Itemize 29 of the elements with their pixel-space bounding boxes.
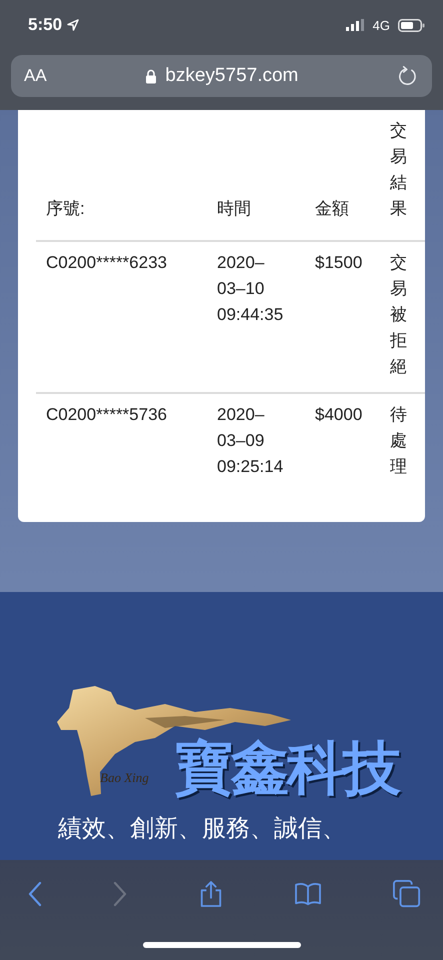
text-size-button[interactable]: AA: [24, 66, 47, 86]
column-header: 序號:: [46, 198, 86, 220]
column-header: 時間: [217, 198, 252, 220]
table-cell-text: C0200*****5736: [46, 404, 168, 426]
tagline: 績效、創新、服務、誠信、: [57, 814, 347, 844]
table-cell-text: 交易被拒絕: [390, 252, 407, 378]
share-icon[interactable]: [198, 880, 222, 908]
address-bar[interactable]: AA bzkey5757.com: [11, 55, 432, 97]
logo-name: 寶鑫科技: [175, 735, 399, 803]
book-icon[interactable]: [294, 882, 322, 906]
lock-icon: [145, 68, 158, 84]
table-cell-text: $1500: [315, 252, 364, 274]
location-arrow-icon: [67, 19, 80, 31]
signal-icon: [346, 19, 364, 31]
tabs-icon[interactable]: [393, 880, 421, 908]
logo-subtitle: Bao Xing: [100, 770, 149, 786]
table-cell-text: $4000: [315, 404, 364, 426]
table-cell-text: 2020–03–09 09:25:14: [217, 404, 284, 478]
battery-icon: [398, 18, 425, 32]
column-header: 交易結果: [390, 120, 407, 220]
back-icon[interactable]: [28, 881, 42, 907]
table-cell-text: 2020–03–10 09:44:35: [217, 252, 284, 326]
table-cell-text: 待處理: [390, 404, 407, 478]
table-cell-text: C0200*****6233: [46, 252, 168, 274]
status-time: 5:50: [28, 15, 62, 35]
reload-icon[interactable]: [397, 66, 418, 86]
url-text: bzkey5757.com: [165, 65, 298, 87]
network-label: 4G: [372, 18, 390, 32]
column-header: 金額: [315, 198, 350, 220]
